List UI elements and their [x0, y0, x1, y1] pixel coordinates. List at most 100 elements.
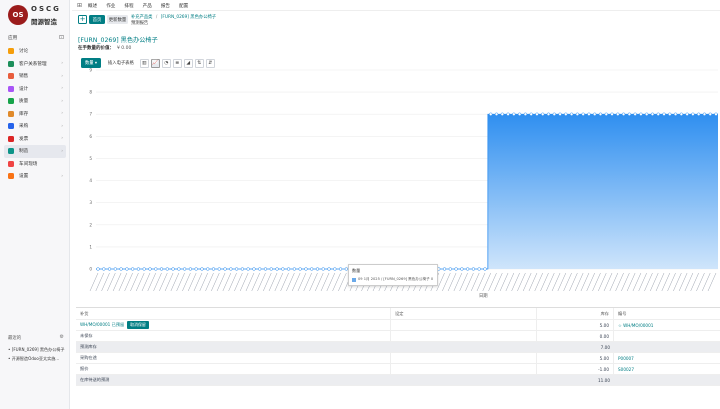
- data-point: [200, 267, 204, 271]
- table-row: 预测库存 7.00: [76, 342, 720, 353]
- sidebar-item[interactable]: 制造 ›: [4, 145, 66, 158]
- sidebar-item[interactable]: 库存 ›: [4, 108, 66, 121]
- sidebar-item[interactable]: 车间现场: [4, 158, 66, 171]
- sidebar-item[interactable]: 设计 ›: [4, 83, 66, 96]
- chevron-right-icon: ›: [61, 61, 63, 67]
- data-point: [575, 112, 580, 116]
- data-point: [685, 112, 689, 116]
- row-reference[interactable]: ☆ WH/MO/00001: [614, 320, 720, 330]
- company-logo[interactable]: OS OSCG 開源智造: [8, 4, 68, 26]
- app-icon: [8, 48, 14, 55]
- app-grid-icon[interactable]: ⊞: [77, 2, 82, 9]
- pie-chart-icon[interactable]: ◔: [161, 58, 171, 68]
- top-menu-item[interactable]: 概述: [88, 3, 97, 9]
- data-point: [211, 267, 216, 271]
- sort-desc-icon[interactable]: ⇵: [205, 58, 215, 68]
- data-point: [604, 112, 608, 116]
- update-quantity-button[interactable]: 更新数量: [107, 15, 128, 24]
- report-title[interactable]: [FURN_0269] 黑色办公椅子: [78, 35, 158, 44]
- sort-asc-icon[interactable]: ⇅: [194, 58, 204, 68]
- sidebar-item-label: 销售: [19, 74, 29, 80]
- sidebar-item[interactable]: 销售 ›: [4, 70, 66, 83]
- row-reference[interactable]: S00027: [614, 364, 720, 374]
- sidebar-item[interactable]: 讨论: [4, 45, 66, 58]
- data-point: [252, 267, 256, 271]
- new-button[interactable]: +: [78, 15, 87, 24]
- data-point: [188, 267, 193, 271]
- gear-icon[interactable]: ⚙: [60, 334, 64, 340]
- data-point: [679, 112, 683, 116]
- data-point: [310, 267, 314, 271]
- data-point: [281, 267, 285, 271]
- apps-label: 应用: [8, 36, 18, 41]
- pin-icon[interactable]: ⊡: [59, 34, 64, 41]
- y-tick-label: 4: [89, 178, 92, 183]
- app-icon: [8, 85, 14, 92]
- table-row: 报价 -1.00 S00027: [76, 364, 720, 375]
- row-setting: [391, 353, 537, 363]
- row-reference[interactable]: P00007: [614, 353, 720, 363]
- row-label: 预测库存: [80, 344, 97, 349]
- tooltip-swatch: [352, 277, 356, 282]
- x-axis-title: 日期: [479, 294, 488, 299]
- data-point: [697, 112, 701, 116]
- chevron-right-icon: ›: [61, 173, 63, 179]
- recent-item[interactable]: • 开源智造Odoo亚太实施...: [8, 356, 66, 362]
- sidebar-item[interactable]: 质量 ›: [4, 95, 66, 108]
- data-point: [714, 112, 718, 116]
- recent-item[interactable]: • [FURN_0269] 黑色办公椅子: [8, 347, 66, 353]
- col-header-replenishment: 补货: [76, 308, 391, 319]
- stack-icon[interactable]: ≣: [172, 58, 182, 68]
- col-header-reference: 编号: [618, 310, 627, 316]
- col-header-setting: 设定: [391, 308, 537, 319]
- y-tick-label: 1: [89, 244, 92, 249]
- row-setting: [391, 342, 537, 352]
- data-point: [546, 112, 551, 116]
- sidebar-item[interactable]: 客户关系管理 ›: [4, 58, 66, 71]
- y-tick-label: 8: [89, 90, 92, 95]
- row-setting: [391, 375, 537, 385]
- home-button[interactable]: 首页: [89, 15, 105, 24]
- top-menu-item[interactable]: 报告: [161, 3, 170, 9]
- data-point: [194, 267, 198, 271]
- breadcrumb-item[interactable]: [FURN_0269] 黑色办公椅子: [161, 15, 216, 20]
- data-point: [529, 112, 533, 116]
- table-row: 在库待送的预测 11.00: [76, 375, 720, 386]
- valuation-label: 在手数量的价值：: [78, 46, 114, 51]
- table-header: 补货 设定 库存 编号: [76, 308, 720, 320]
- insert-spreadsheet-button[interactable]: 插入电子表格: [105, 58, 137, 68]
- bar-chart-icon[interactable]: ▥: [139, 58, 149, 68]
- data-point: [136, 267, 141, 271]
- chevron-right-icon: ›: [61, 136, 63, 142]
- sidebar-item[interactable]: 采购 ›: [4, 120, 66, 133]
- app-icon: [8, 160, 14, 167]
- cumulative-icon[interactable]: ◢: [183, 58, 193, 68]
- sidebar: OS OSCG 開源智造 应用 ⊡ 讨论 客户关系管理 › 销售 › 设计 › 质量 › 库存 › 采…: [0, 0, 70, 409]
- data-point: [338, 267, 343, 271]
- top-menu: 概述 作业 排程 产品 报告 配置: [88, 3, 197, 9]
- top-menu-item[interactable]: 排程: [124, 3, 133, 9]
- data-point: [448, 267, 452, 271]
- data-point: [517, 112, 522, 116]
- data-point: [321, 267, 325, 271]
- sidebar-item-label: 设置: [19, 174, 29, 180]
- top-menu-item[interactable]: 配置: [179, 3, 188, 9]
- chart-toolbar: 数量 ▾ 插入电子表格 ▥ 📈 ◔ ≣ ◢ ⇅ ⇵: [81, 58, 217, 68]
- chevron-right-icon: ›: [61, 98, 63, 104]
- sidebar-item-label: 质量: [19, 99, 29, 105]
- row-setting: [391, 331, 537, 341]
- top-menu-item[interactable]: 作业: [106, 3, 115, 9]
- top-menu-item[interactable]: 产品: [143, 3, 152, 9]
- measure-dropdown[interactable]: 数量 ▾: [81, 58, 101, 68]
- data-point: [691, 112, 695, 116]
- top-bar: ⊞ 概述 作业 排程 产品 报告 配置: [72, 0, 720, 11]
- sidebar-item[interactable]: 设置 ›: [4, 170, 66, 183]
- row-setting: [391, 320, 537, 330]
- sidebar-item[interactable]: 发票 ›: [4, 133, 66, 146]
- app-icon: [8, 148, 14, 155]
- row-label[interactable]: WH/MO/00001 已预留 取消保留: [76, 320, 391, 330]
- line-chart-icon[interactable]: 📈: [150, 58, 160, 68]
- data-point: [286, 267, 291, 271]
- app-icon: [8, 98, 14, 105]
- unreserve-button[interactable]: 取消保留: [127, 321, 149, 329]
